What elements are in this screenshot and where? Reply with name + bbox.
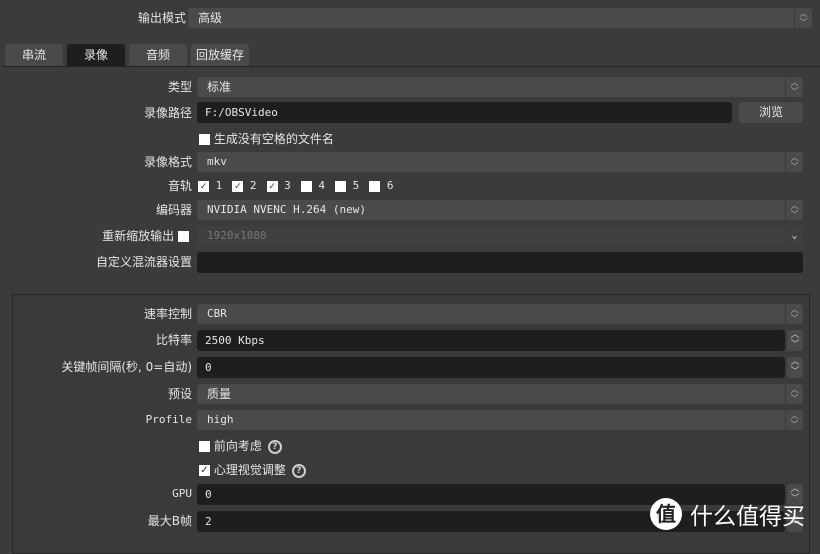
encoder-label: 编码器 [155,203,192,217]
profile-label: Profile [145,413,192,426]
profile-value: high [207,413,234,426]
format-value: mkv [207,155,227,168]
bframes-label: 最大B帧 [147,514,192,528]
track-6-checkbox[interactable]: 6 [369,179,394,192]
tab-recording[interactable]: 录像 [67,44,125,66]
preset-label: 预设 [167,387,192,401]
rescale-label: 重新缩放输出 [102,226,189,246]
watermark-text: 什么值得买 [690,504,805,530]
track-2-checkbox[interactable]: ✓ 2 [232,179,257,192]
type-select[interactable]: 标准 ︿ ﹀ [197,77,803,97]
bitrate-input[interactable]: 2500 Kbps ︿ ﹀ [197,330,803,351]
rescale-value: 1920x1080 [207,229,267,242]
lookahead-label: 前向考虑 [213,439,262,453]
track-4-checkbox[interactable]: 4 [300,179,325,192]
preset-value: 质量 [207,387,232,401]
type-label: 类型 [167,80,192,94]
tab-streaming[interactable]: 串流 [5,44,63,66]
muxer-label: 自定义混流器设置 [95,255,192,269]
keyframe-label: 关键帧间隔(秒, 0=自动) [61,360,192,374]
chevron-updown-icon: ︿ ﹀ [785,152,803,172]
bitrate-label: 比特率 [155,333,192,347]
chevron-down-icon: ⌄ [785,226,803,246]
type-value: 标准 [207,80,232,94]
psycho-visual-label: 心理视觉调整 [213,463,286,477]
psycho-visual-checkbox[interactable]: ✓ 心理视觉调整? [199,461,306,478]
chevron-updown-icon: ︿ ﹀ [794,8,812,28]
browse-button[interactable]: 浏览 [739,102,803,123]
gpu-label: GPU [172,487,192,500]
chevron-updown-icon: ︿ ﹀ [785,410,803,430]
no-space-label: 生成没有空格的文件名 [213,132,334,146]
keyframe-input[interactable]: 0 ︿ ﹀ [197,357,803,378]
help-icon[interactable]: ? [267,439,282,454]
watermark-logo: 值 什么值得买 [650,497,805,531]
tracks-label: 音轨 [167,179,192,193]
output-mode-value: 高级 [198,11,223,25]
chevron-updown-icon: ︿ ﹀ [785,304,803,324]
tracks-group: ✓ 1 ✓ 2 ✓ 3 4 5 6 [198,179,394,192]
chevron-updown-icon: ︿ ﹀ [785,384,803,404]
output-mode-select[interactable]: 高级 ︿ ﹀ [188,8,812,28]
muxer-input[interactable] [197,252,803,273]
preset-select[interactable]: 质量 ︿ ﹀ [197,384,803,404]
encoder-select[interactable]: NVIDIA NVENC H.264 (new) ︿ ﹀ [197,200,803,220]
tab-replay-buffer[interactable]: 回放缓存 [191,44,249,66]
no-space-checkbox[interactable]: 生成没有空格的文件名 [199,130,334,147]
rate-control-select[interactable]: CBR ︿ ﹀ [197,304,803,324]
encoder-value: NVIDIA NVENC H.264 (new) [207,203,366,216]
track-1-checkbox[interactable]: ✓ 1 [198,179,222,192]
track-5-checkbox[interactable]: 5 [335,179,359,192]
format-select[interactable]: mkv ︿ ﹀ [197,152,803,172]
checkbox-box[interactable] [199,134,210,145]
rate-control-label: 速率控制 [143,307,192,321]
rescale-select: 1920x1080 ⌄ [197,226,803,246]
chevron-updown-icon: ︿ ﹀ [785,77,803,97]
path-label: 录像路径 [143,106,192,120]
rate-control-value: CBR [207,307,227,320]
spin-arrows-icon[interactable]: ︿ ﹀ [787,330,803,351]
help-icon[interactable]: ? [291,463,306,478]
rescale-checkbox[interactable] [178,231,189,242]
lookahead-checkbox[interactable]: 前向考虑? [199,437,282,454]
profile-select[interactable]: high ︿ ﹀ [197,410,803,430]
tab-divider [3,66,820,67]
spin-arrows-icon[interactable]: ︿ ﹀ [787,357,803,378]
tab-audio[interactable]: 音频 [129,44,187,66]
format-label: 录像格式 [143,155,192,169]
watermark-icon: 值 [650,498,682,530]
path-input[interactable]: F:/OBSVideo [197,102,732,123]
checkbox-box[interactable]: ✓ [199,465,210,476]
checkbox-box[interactable] [199,441,210,452]
chevron-updown-icon: ︿ ﹀ [785,200,803,220]
output-mode-label: 输出模式 [137,11,186,25]
track-3-checkbox[interactable]: ✓ 3 [266,179,291,192]
